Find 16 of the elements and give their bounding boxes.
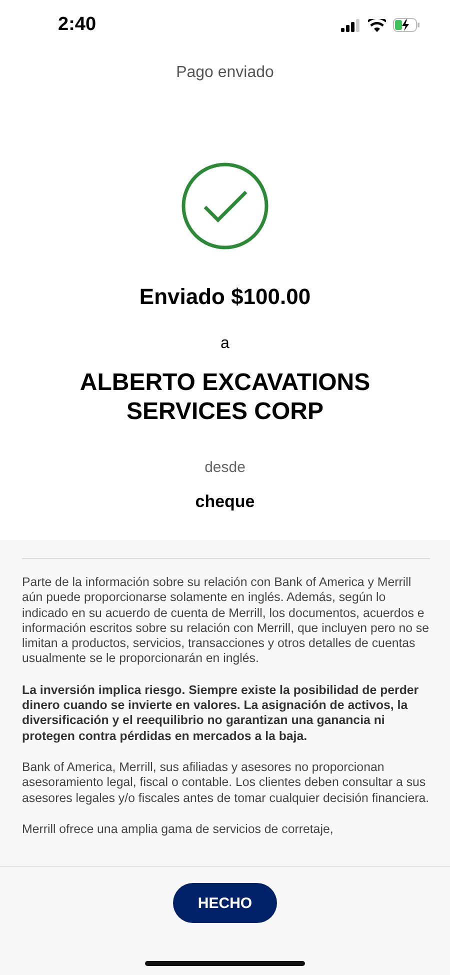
battery-charging-icon (393, 18, 420, 32)
disclosure-paragraph: Parte de la información sobre su relación con Bank of America y Merrill aún puede proporcionarse solamente en inglés. Además, según lo indicado en su acuerdo de cuenta de Merrill, los documentos, acuerdos e información escritos sobre su relación con Merrill, que incluyen pero no se limitan a productos, servicios, transacciones y otros detalles de cuentas usualmente se le proporcionarán en inglés. (22, 575, 430, 667)
signal-icon (341, 18, 361, 32)
amount-sent: Enviado $100.00 (139, 283, 311, 311)
payee-name: ALBERTO EXCAVATIONS SERVICES CORP (78, 368, 372, 426)
wifi-icon (368, 18, 386, 32)
page-title: Pago enviado (176, 63, 274, 83)
checkmark-circle-icon (181, 162, 269, 250)
from-label: desde (204, 458, 246, 478)
disclosure-paragraph: Bank of America, Merrill, sus afiliadas y asesores no proporcionan asesoramiento legal, fiscal o contable. Los clientes deben consultar a sus asesores legales y/o fiscales antes de tomar cualquier decisión financiera. (22, 760, 430, 806)
disclosure-paragraph: La inversión implica riesgo. Siempre existe la posibilidad de perder dinero cuando se invierte en valores. La asignación de activos, la diversificación y el reequilibrio no garantizan una ganancia ni protegen contra pérdidas en mercados a la baja. (22, 682, 420, 744)
disclosure-paragraph: Merrill ofrece una amplia gama de servicios de corretaje, (22, 822, 334, 838)
to-label: a (220, 334, 230, 354)
status-time: 2:40 (58, 14, 96, 36)
account-name: cheque (195, 491, 255, 513)
done-button[interactable]: HECHO (173, 883, 277, 923)
